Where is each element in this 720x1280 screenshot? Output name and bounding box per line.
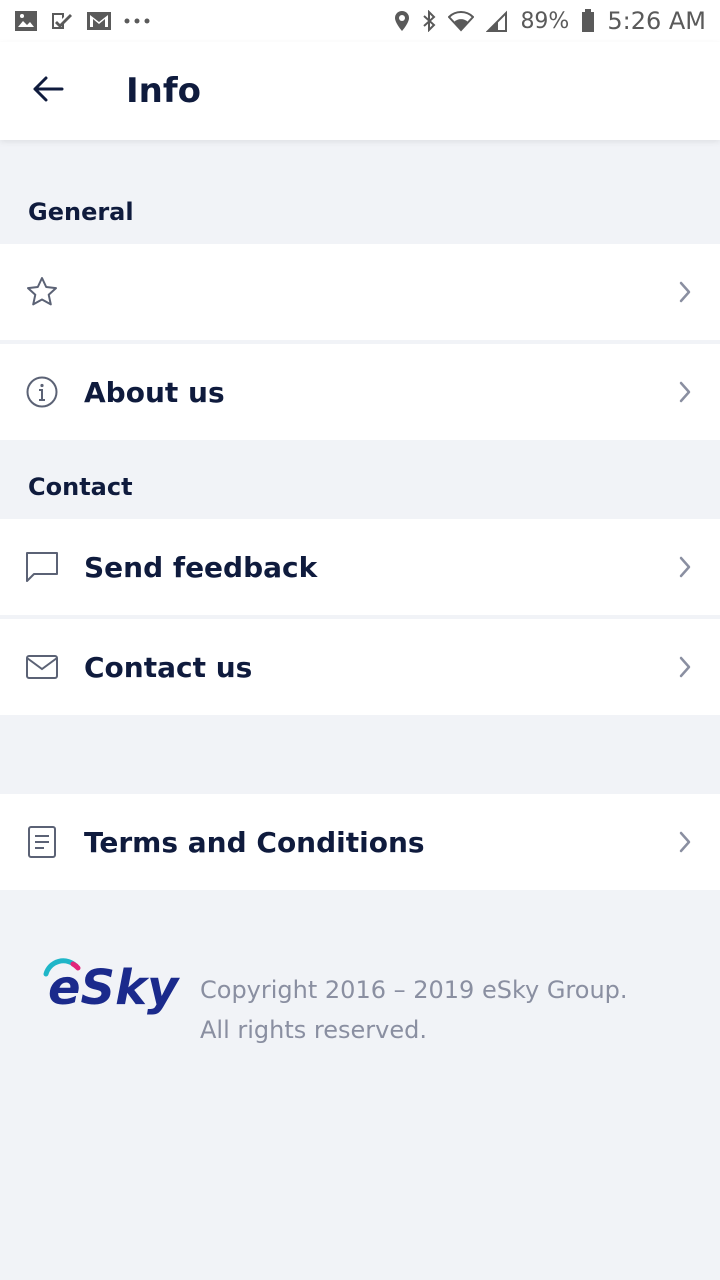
footer: eSky Copyright 2016 – 2019 eSky Group. A…	[0, 940, 720, 1060]
clock: 5:26 AM	[607, 7, 706, 35]
status-bar: 89% 5:26 AM	[0, 0, 720, 42]
gallery-icon	[14, 10, 38, 32]
check-icon	[50, 10, 74, 32]
esky-logo: eSky	[40, 952, 180, 1020]
arrow-left-icon	[32, 75, 64, 107]
info-icon	[0, 375, 84, 409]
menu-item-label: Send feedback	[84, 550, 318, 584]
menu-item-label: Terms and Conditions	[84, 825, 425, 859]
chevron-right-icon	[650, 830, 720, 854]
menu-item-contact-us[interactable]: Contact us	[0, 619, 720, 715]
menu-item-label: Contact us	[84, 650, 253, 684]
chat-bubble-icon	[0, 550, 84, 584]
chevron-right-icon	[650, 655, 720, 679]
page-title: Info	[126, 71, 202, 111]
battery-percentage: 89%	[520, 8, 570, 34]
star-icon	[0, 275, 84, 309]
chevron-right-icon	[650, 280, 720, 304]
menu-item-label: About us	[84, 375, 225, 409]
chevron-right-icon	[650, 380, 720, 404]
envelope-icon	[0, 653, 84, 681]
document-icon	[0, 825, 84, 859]
logo-text: eSky	[48, 960, 180, 1016]
chevron-right-icon	[650, 555, 720, 579]
menu-item-rate-app[interactable]	[0, 244, 720, 340]
back-button[interactable]	[0, 42, 96, 140]
copyright-text: Copyright 2016 – 2019 eSky Group. All ri…	[200, 970, 700, 1050]
bluetooth-icon	[422, 10, 436, 32]
copyright-line-2: All rights reserved.	[200, 1016, 427, 1044]
menu-item-about-us[interactable]: About us	[0, 344, 720, 440]
section-label-contact: Contact	[28, 473, 133, 501]
more-dots-icon	[124, 17, 150, 25]
menu-item-send-feedback[interactable]: Send feedback	[0, 519, 720, 615]
section-label-general: General	[28, 198, 134, 226]
gmail-icon	[86, 10, 112, 32]
app-bar: Info	[0, 42, 720, 140]
wifi-icon	[448, 10, 475, 32]
signal-icon	[486, 10, 508, 32]
menu-item-terms-and-conditions[interactable]: Terms and Conditions	[0, 794, 720, 890]
location-icon	[394, 10, 410, 32]
battery-icon	[581, 9, 595, 33]
copyright-line-1: Copyright 2016 – 2019 eSky Group.	[200, 976, 628, 1004]
